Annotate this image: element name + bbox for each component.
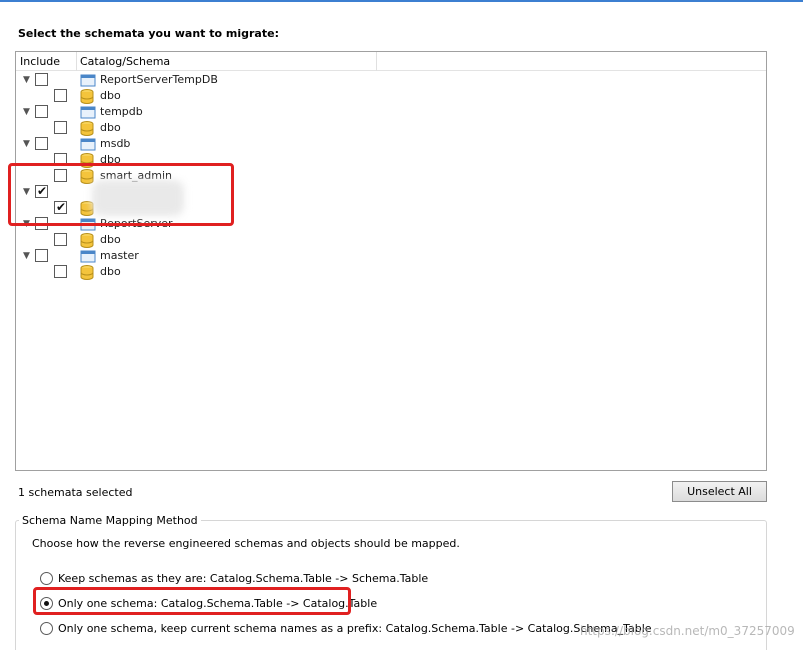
include-checkbox[interactable] [54, 89, 67, 102]
tree-row-catalog[interactable]: ▼ msdb [16, 136, 766, 152]
radio-keep-schemas[interactable] [40, 572, 53, 585]
tree-header: Include Catalog/Schema [16, 52, 766, 71]
tree-item-label: tempdb [100, 105, 143, 118]
include-checkbox[interactable] [54, 233, 67, 246]
selection-status: 1 schemata selected [18, 486, 133, 499]
radio-schema-prefix[interactable] [40, 622, 53, 635]
column-header-catalog[interactable]: Catalog/Schema [80, 55, 170, 68]
include-checkbox[interactable] [35, 73, 48, 86]
include-checkbox[interactable] [35, 249, 48, 262]
catalog-icon [80, 250, 96, 263]
tree-row-schema[interactable]: dbo [16, 232, 766, 248]
include-checkbox[interactable] [35, 105, 48, 118]
tree-item-label: dbo [100, 89, 121, 102]
database-icon [80, 233, 94, 248]
unselect-all-button[interactable]: Unselect All [672, 481, 767, 502]
window-top-accent [0, 0, 803, 2]
tree-row-catalog[interactable]: ▼ tempdb [16, 104, 766, 120]
tree-item-label: msdb [100, 137, 131, 150]
group-legend: Schema Name Mapping Method [19, 514, 201, 527]
include-checkbox[interactable] [54, 265, 67, 278]
expand-arrow-icon[interactable]: ▼ [23, 75, 30, 85]
tree-row-schema[interactable]: dbo [16, 120, 766, 136]
expand-arrow-icon[interactable]: ▼ [23, 107, 30, 117]
tree-item-label: master [100, 249, 139, 262]
schema-tree[interactable]: Include Catalog/Schema ▼ ReportServerTem… [15, 51, 767, 471]
tree-item-label: dbo [100, 233, 121, 246]
radio-label-keep-schemas[interactable]: Keep schemas as they are: Catalog.Schema… [58, 572, 428, 585]
watermark: https://blog.csdn.net/m0_37257009 [580, 624, 795, 638]
catalog-icon [80, 74, 96, 87]
tree-row-catalog[interactable]: ▼ ReportServerTempDB [16, 72, 766, 88]
tree-item-label: ReportServerTempDB [100, 73, 218, 86]
catalog-icon [80, 138, 96, 151]
column-header-include[interactable]: Include [20, 55, 60, 68]
expand-arrow-icon[interactable]: ▼ [23, 139, 30, 149]
tree-row-schema[interactable]: dbo [16, 88, 766, 104]
column-separator[interactable] [376, 52, 377, 71]
tree-row-schema[interactable]: dbo [16, 264, 766, 280]
column-separator[interactable] [76, 52, 77, 71]
mapping-description: Choose how the reverse engineered schema… [32, 537, 460, 550]
tree-item-label: dbo [100, 121, 121, 134]
tree-row-catalog[interactable]: ▼ master [16, 248, 766, 264]
database-icon [80, 89, 94, 104]
include-checkbox[interactable] [54, 121, 67, 134]
section-title: Select the schemata you want to migrate: [18, 27, 279, 40]
highlight-box-selected-catalog [8, 163, 234, 226]
tree-item-label: dbo [100, 265, 121, 278]
database-icon [80, 265, 94, 280]
include-checkbox[interactable] [35, 137, 48, 150]
expand-arrow-icon[interactable]: ▼ [23, 251, 30, 261]
radio-label-schema-prefix[interactable]: Only one schema, keep current schema nam… [58, 622, 652, 635]
database-icon [80, 121, 94, 136]
catalog-icon [80, 106, 96, 119]
highlight-box-selected-option [33, 587, 351, 615]
